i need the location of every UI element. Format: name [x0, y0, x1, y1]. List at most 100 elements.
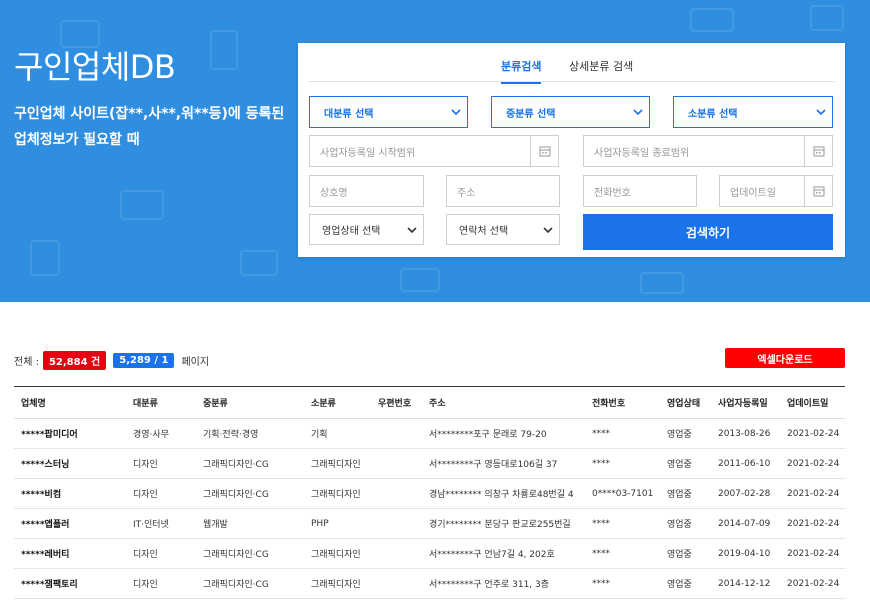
calendar-icon[interactable] [530, 136, 558, 166]
major-category-label: 대분류 선택 [324, 108, 374, 120]
tab-detail-search[interactable]: 상세분류 검색 [569, 58, 633, 82]
decorative-shape [120, 190, 164, 220]
chevron-down-icon [543, 227, 553, 234]
cell-address: 서********구 언남7길 4, 202호 [422, 538, 585, 569]
cell-major: IT·인터넷 [126, 508, 196, 539]
cell-reg-date: 2011-06-10 [711, 448, 780, 479]
cell-major: 경영·사무 [126, 418, 196, 449]
result-summary: 전체 : 52,884 건 5,289 / 1 페이지 [14, 351, 209, 370]
contact-label: 연락처 선택 [459, 226, 509, 237]
column-header[interactable]: 중분류 [196, 386, 304, 419]
reg-date-start-placeholder: 사업자등록일 시작범위 [320, 147, 416, 159]
cell-middle: 웹개발 [196, 508, 304, 539]
cell-phone: **** [585, 538, 660, 569]
contact-select[interactable]: 연락처 선택 [446, 214, 560, 245]
cell-reg-date: 2013-08-26 [711, 418, 780, 449]
business-status-label: 영업상태 선택 [322, 226, 381, 237]
table-row[interactable]: *****팝미디어 경영·사무 기획·전략·경영 기획 서********포구 … [14, 418, 845, 449]
cell-status: 영업중 [660, 478, 711, 509]
cell-reg-date: 2019-04-10 [711, 538, 780, 569]
cell-update-date: 2021-02-24 [780, 478, 845, 509]
address-placeholder: 주소 [457, 187, 476, 199]
cell-zip [371, 508, 422, 539]
cell-phone: **** [585, 418, 660, 449]
cell-major: 디자인 [126, 478, 196, 509]
cell-update-date: 2021-02-24 [780, 568, 845, 599]
column-header[interactable]: 영업상태 [660, 386, 711, 419]
cell-major: 디자인 [126, 568, 196, 599]
cell-status: 영업중 [660, 568, 711, 599]
column-header[interactable]: 전화번호 [585, 386, 660, 419]
cell-middle: 그래픽디자인·CG [196, 568, 304, 599]
decorative-shape [690, 8, 734, 32]
address-input[interactable]: 주소 [446, 175, 560, 207]
middle-category-label: 중분류 선택 [506, 108, 556, 120]
column-header[interactable]: 업데이트일 [780, 386, 845, 419]
calendar-icon[interactable] [804, 136, 832, 166]
table-row[interactable]: *****비컴 디자인 그래픽디자인·CG 그래픽디자인 경남******** … [14, 478, 845, 509]
column-header[interactable]: 주소 [422, 386, 585, 419]
update-date-input[interactable]: 업데이트일 [719, 175, 833, 207]
cell-company: *****레버티 [14, 538, 126, 569]
results-table: 업체명 대분류 중분류 소분류 우편번호 주소 전화번호 영업상태 사업자등록일… [14, 386, 845, 599]
column-header[interactable]: 대분류 [126, 386, 196, 419]
middle-category-select[interactable]: 중분류 선택 [491, 96, 650, 128]
minor-category-label: 소분류 선택 [688, 108, 738, 120]
decorative-shape [210, 30, 238, 70]
decorative-shape [30, 240, 60, 276]
cell-update-date: 2021-02-24 [780, 508, 845, 539]
cell-minor: 그래픽디자인 [304, 538, 371, 569]
cell-status: 영업중 [660, 418, 711, 449]
phone-placeholder: 전화번호 [594, 187, 631, 199]
reg-date-end-placeholder: 사업자등록일 종료범위 [594, 147, 690, 159]
major-category-select[interactable]: 대분류 선택 [309, 96, 468, 128]
column-header[interactable]: 우편번호 [371, 386, 422, 419]
cell-reg-date: 2007-02-28 [711, 478, 780, 509]
cell-phone: **** [585, 508, 660, 539]
cell-company: *****스터닝 [14, 448, 126, 479]
calendar-icon[interactable] [804, 176, 832, 206]
cell-company: *****앱플러 [14, 508, 126, 539]
chevron-down-icon [816, 109, 826, 116]
tab-category-search[interactable]: 분류검색 [501, 58, 542, 84]
chevron-down-icon [633, 109, 643, 116]
table-row[interactable]: *****레버티 디자인 그래픽디자인·CG 그래픽디자인 서********구… [14, 538, 845, 569]
cell-zip [371, 568, 422, 599]
reg-date-end-input[interactable]: 사업자등록일 종료범위 [583, 135, 833, 167]
decorative-shape [240, 250, 278, 276]
hero-banner: 구인업체DB 구인업체 사이트(잡**,사**,워**등)에 등록된 업체정보가… [0, 0, 870, 302]
decorative-shape [640, 272, 684, 294]
page-label: 페이지 [181, 357, 210, 368]
company-name-input[interactable]: 상호명 [309, 175, 424, 207]
search-button[interactable]: 검색하기 [583, 214, 833, 250]
search-panel: 분류검색 상세분류 검색 대분류 선택 중분류 선택 소분류 선택 사업자등록일… [298, 43, 845, 257]
cell-reg-date: 2014-07-09 [711, 508, 780, 539]
update-date-placeholder: 업데이트일 [730, 187, 776, 199]
cell-phone: 0****03-7101 [585, 478, 660, 509]
phone-input[interactable]: 전화번호 [583, 175, 697, 207]
cell-zip [371, 448, 422, 479]
table-row[interactable]: *****스터닝 디자인 그래픽디자인·CG 그래픽디자인 서********구… [14, 448, 845, 479]
cell-address: 경기******** 분당구 판교로255번길 [422, 508, 585, 539]
cell-address: 경남******** 의창구 차룡로48번길 4 [422, 478, 585, 509]
cell-minor: 그래픽디자인 [304, 568, 371, 599]
cell-status: 영업중 [660, 538, 711, 569]
table-row[interactable]: *****앱플러 IT·인터넷 웹개발 PHP 경기******** 분당구 판… [14, 508, 845, 539]
business-status-select[interactable]: 영업상태 선택 [309, 214, 424, 245]
table-row[interactable]: *****잼팩토리 디자인 그래픽디자인·CG 그래픽디자인 서********… [14, 568, 845, 599]
cell-update-date: 2021-02-24 [780, 448, 845, 479]
minor-category-select[interactable]: 소분류 선택 [673, 96, 833, 128]
reg-date-start-input[interactable]: 사업자등록일 시작범위 [309, 135, 559, 167]
cell-major: 디자인 [126, 448, 196, 479]
column-header[interactable]: 소분류 [304, 386, 371, 419]
cell-minor: 기획 [304, 418, 371, 449]
company-name-placeholder: 상호명 [320, 187, 348, 199]
cell-zip [371, 478, 422, 509]
column-header[interactable]: 업체명 [14, 386, 126, 419]
hero-desc-line: 구인업체 사이트(잡**,사**,워**등)에 등록된 [14, 106, 285, 122]
cell-address: 서********포구 문래로 79-20 [422, 418, 585, 449]
cell-address: 서********구 언주로 311, 3층 [422, 568, 585, 599]
cell-minor: 그래픽디자인 [304, 448, 371, 479]
excel-download-button[interactable]: 엑셀다운로드 [725, 348, 845, 368]
column-header[interactable]: 사업자등록일 [711, 386, 780, 419]
